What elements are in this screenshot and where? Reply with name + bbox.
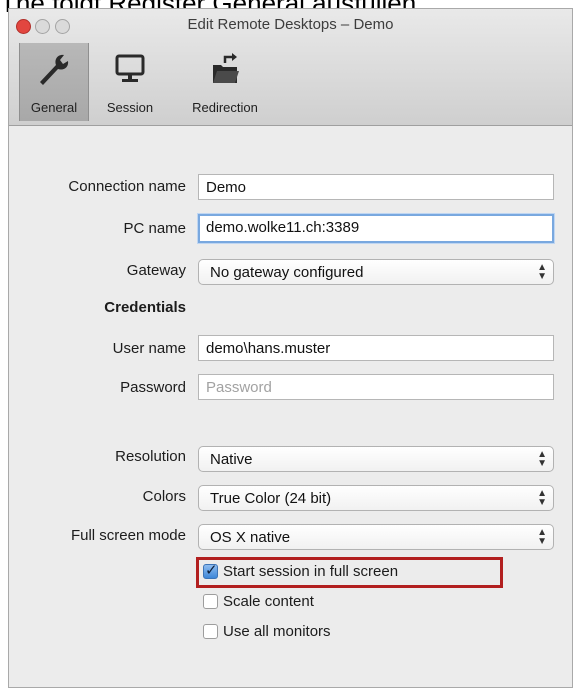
pc-name-label: PC name xyxy=(123,220,186,237)
scale-content-checkbox[interactable]: Scale content xyxy=(203,593,314,613)
window-titlebar: Edit Remote Desktops – Demo General Sess… xyxy=(9,9,572,126)
colors-label: Colors xyxy=(142,488,186,505)
annotation-highlight-box xyxy=(196,557,503,588)
select-stepper-icon: ▲ ▼ xyxy=(537,488,547,508)
connection-name-label: Connection name xyxy=(68,178,186,195)
select-stepper-icon: ▲ ▼ xyxy=(537,449,547,469)
resolution-label: Resolution xyxy=(115,448,186,465)
colors-select[interactable]: True Color (24 bit) ▲ ▼ xyxy=(198,485,554,511)
resolution-select-value: Native xyxy=(210,451,253,468)
wrench-icon xyxy=(40,54,69,85)
tab-session[interactable]: Session xyxy=(91,43,169,121)
resolution-select[interactable]: Native ▲ ▼ xyxy=(198,446,554,472)
connection-name-field[interactable]: Demo xyxy=(198,174,554,200)
monitor-icon xyxy=(115,54,145,82)
use-all-monitors-label: Use all monitors xyxy=(223,623,331,640)
folder-redirect-icon xyxy=(213,53,239,83)
select-stepper-icon: ▲ ▼ xyxy=(537,262,547,282)
gateway-select-value: No gateway configured xyxy=(210,264,364,281)
user-name-label: User name xyxy=(112,340,186,357)
tab-general-label: General xyxy=(30,100,78,115)
select-stepper-icon: ▲ ▼ xyxy=(537,527,547,547)
credentials-heading: Credentials xyxy=(104,299,186,316)
gateway-label: Gateway xyxy=(126,262,186,279)
full-screen-mode-select[interactable]: OS X native ▲ ▼ xyxy=(198,524,554,550)
checkbox-unchecked-icon[interactable] xyxy=(203,624,218,639)
password-label: Password xyxy=(120,379,186,396)
colors-select-value: True Color (24 bit) xyxy=(210,490,332,507)
full-screen-mode-select-value: OS X native xyxy=(210,529,291,546)
user-name-field[interactable]: demo\hans.muster xyxy=(198,335,554,361)
tab-redirection-label: Redirection xyxy=(192,100,258,115)
use-all-monitors-checkbox[interactable]: Use all monitors xyxy=(203,623,331,643)
edit-remote-desktops-window: Edit Remote Desktops – Demo General Sess… xyxy=(8,8,573,688)
gateway-select[interactable]: No gateway configured ▲ ▼ xyxy=(198,259,554,285)
pc-name-field[interactable]: demo.wolke11.ch:3389 xyxy=(198,214,554,243)
tab-session-label: Session xyxy=(106,100,154,115)
password-field[interactable]: Password xyxy=(198,374,554,400)
tab-general[interactable]: General xyxy=(19,43,89,121)
full-screen-mode-label: Full screen mode xyxy=(70,527,186,544)
checkbox-unchecked-icon[interactable] xyxy=(203,594,218,609)
window-title: Edit Remote Desktops – Demo xyxy=(187,16,394,33)
tab-redirection[interactable]: Redirection xyxy=(179,43,271,121)
scale-content-label: Scale content xyxy=(223,593,314,610)
